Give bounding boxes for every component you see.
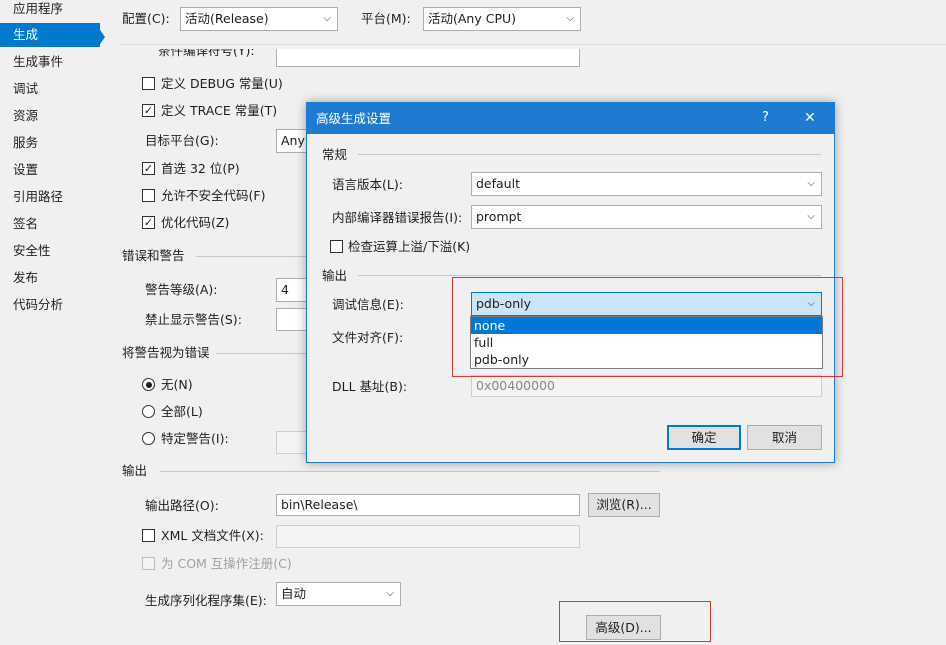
scroll-clip: 条件编译符号(Y): [0, 49, 946, 67]
lang-version-label: 语言版本(L): [332, 177, 403, 192]
close-icon[interactable]: ✕ [804, 110, 816, 126]
overflow-checkbox[interactable] [330, 240, 343, 253]
platform-label: 平台(M): [361, 11, 411, 26]
ok-button[interactable]: 确定 [667, 425, 741, 450]
radio-all[interactable] [142, 405, 155, 418]
output-section-divider [160, 471, 660, 472]
sidebar-item-signing[interactable]: 签名 [0, 212, 100, 236]
dialog-general-divider [358, 154, 821, 155]
dialog-output-divider [358, 275, 821, 276]
optimize-checkbox[interactable]: ✓ [142, 216, 155, 229]
sidebar-item-code-analysis[interactable]: 代码分析 [0, 293, 100, 317]
xml-doc-input[interactable] [276, 525, 580, 548]
treat-warnings-section-title: 将警告视为错误 [122, 345, 210, 360]
help-icon[interactable]: ? [762, 110, 769, 126]
output-path-value: bin\Release\ [281, 497, 358, 512]
config-label: 配置(C): [122, 11, 170, 26]
serialization-label: 生成序列化程序集(E): [145, 593, 267, 608]
sidebar-item-services[interactable]: 服务 [0, 131, 100, 155]
platform-select[interactable]: 活动(Any CPU) ⌵ [423, 7, 581, 31]
chevron-down-icon: ⌵ [386, 588, 394, 599]
radio-specific[interactable] [142, 432, 155, 445]
dialog-general-section: 常规 [322, 147, 348, 162]
cond-symbols-input[interactable] [276, 49, 580, 67]
cancel-button[interactable]: 取消 [747, 425, 822, 450]
lang-version-select[interactable]: default ⌵ [471, 172, 822, 196]
cond-symbols-label: 条件编译符号(Y): [158, 49, 255, 58]
sidebar-item-resources[interactable]: 资源 [0, 104, 100, 128]
dialog-output-section: 输出 [322, 268, 348, 283]
advanced-button[interactable]: 高级(D)... [586, 615, 661, 640]
define-debug-label: 定义 DEBUG 常量(U) [161, 76, 283, 91]
warning-level-value: 4 [281, 282, 289, 297]
suppress-label: 禁止显示警告(S): [145, 312, 242, 327]
dll-base-input[interactable]: 0x00400000 [471, 375, 822, 397]
sidebar-item-debug[interactable]: 调试 [0, 77, 100, 101]
unsafe-label: 允许不安全代码(F) [161, 188, 266, 203]
com-interop-checkbox[interactable] [142, 557, 155, 570]
radio-none[interactable] [142, 378, 155, 391]
overflow-label: 检查运算上溢/下溢(K) [348, 239, 471, 254]
define-trace-checkbox[interactable]: ✓ [142, 104, 155, 117]
sidebar-item-reference-paths[interactable]: 引用路径 [0, 185, 100, 209]
dialog-title: 高级生成设置 [316, 111, 392, 126]
sidebar-item-settings[interactable]: 设置 [0, 158, 100, 182]
output-section-title: 输出 [122, 463, 148, 478]
dialog-titlebar: 高级生成设置 ? ✕ [307, 103, 834, 134]
sidebar-item-build[interactable]: 生成 [0, 23, 100, 47]
treat-warnings-divider [216, 353, 308, 354]
highlight-box-debug-info [452, 277, 843, 377]
xml-doc-checkbox[interactable] [142, 529, 155, 542]
prefer32-label: 首选 32 位(P) [161, 161, 240, 176]
top-divider [120, 44, 946, 45]
serialization-select[interactable]: 自动 ⌵ [276, 582, 401, 606]
chevron-down-icon: ⌵ [807, 211, 815, 222]
define-trace-label: 定义 TRACE 常量(T) [161, 103, 278, 118]
define-debug-checkbox[interactable] [142, 77, 155, 90]
radio-dot [145, 381, 152, 388]
target-platform-value: Any [281, 133, 305, 148]
sidebar-item-security[interactable]: 安全性 [0, 239, 100, 263]
browse-button[interactable]: 浏览(R)... [588, 493, 660, 517]
error-report-select[interactable]: prompt ⌵ [471, 205, 822, 229]
output-path-input[interactable]: bin\Release\ [276, 494, 580, 516]
lang-version-value: default [476, 176, 520, 191]
prefer32-checkbox[interactable]: ✓ [142, 162, 155, 175]
debug-info-label: 调试信息(E): [332, 297, 404, 312]
dll-base-value: 0x00400000 [476, 378, 555, 393]
config-select[interactable]: 活动(Release) ⌵ [180, 7, 338, 31]
warning-level-label: 警告等级(A): [145, 282, 218, 297]
serialization-value: 自动 [281, 586, 307, 601]
radio-all-label: 全部(L) [161, 404, 203, 419]
output-path-label: 输出路径(O): [145, 498, 219, 513]
com-interop-label: 为 COM 互操作注册(C) [161, 556, 292, 571]
config-value: 活动(Release) [185, 11, 269, 26]
radio-none-label: 无(N) [161, 377, 193, 392]
radio-specific-label: 特定警告(I): [161, 431, 229, 446]
target-platform-label: 目标平台(G): [145, 133, 219, 148]
errors-section-title: 错误和警告 [122, 248, 185, 263]
file-align-label: 文件对齐(F): [332, 330, 404, 345]
chevron-down-icon: ⌵ [323, 13, 331, 24]
platform-value: 活动(Any CPU) [428, 11, 517, 26]
unsafe-checkbox[interactable] [142, 189, 155, 202]
dll-base-label: DLL 基址(B): [332, 379, 408, 394]
xml-doc-label: XML 文档文件(X): [161, 528, 264, 543]
error-report-label: 内部编译器错误报告(I): [332, 210, 463, 225]
optimize-label: 优化代码(Z) [161, 215, 230, 230]
error-report-value: prompt [476, 209, 522, 224]
active-indicator [100, 30, 105, 44]
chevron-down-icon: ⌵ [807, 178, 815, 189]
sidebar-item-application[interactable]: 应用程序 [0, 0, 100, 21]
errors-section-divider [196, 256, 308, 257]
chevron-down-icon: ⌵ [566, 13, 574, 24]
sidebar-item-publish[interactable]: 发布 [0, 266, 100, 290]
